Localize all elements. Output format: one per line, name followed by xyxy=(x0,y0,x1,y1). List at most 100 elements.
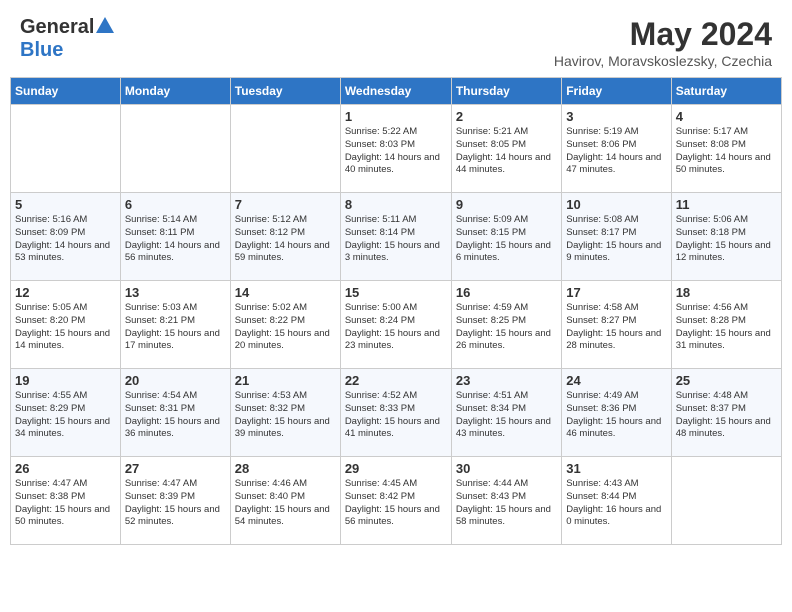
day-info: Sunrise: 5:12 AM Sunset: 8:12 PM Dayligh… xyxy=(235,214,336,265)
day-number: 31 xyxy=(566,461,666,476)
day-info: Sunrise: 4:59 AM Sunset: 8:25 PM Dayligh… xyxy=(456,302,557,353)
day-info: Sunrise: 5:09 AM Sunset: 8:15 PM Dayligh… xyxy=(456,214,557,265)
day-info: Sunrise: 5:02 AM Sunset: 8:22 PM Dayligh… xyxy=(235,302,336,353)
day-number: 16 xyxy=(456,285,557,300)
day-of-week-header: Monday xyxy=(120,78,230,105)
calendar-day-cell: 15 Sunrise: 5:00 AM Sunset: 8:24 PM Dayli… xyxy=(340,281,451,369)
calendar-week-row: 19 Sunrise: 4:55 AM Sunset: 8:29 PM Dayli… xyxy=(11,369,782,457)
day-number: 22 xyxy=(345,373,447,388)
calendar-day-cell: 22 Sunrise: 4:52 AM Sunset: 8:33 PM Dayli… xyxy=(340,369,451,457)
day-info: Sunrise: 4:47 AM Sunset: 8:39 PM Dayligh… xyxy=(125,478,226,529)
calendar-day-cell: 16 Sunrise: 4:59 AM Sunset: 8:25 PM Dayli… xyxy=(451,281,561,369)
calendar-day-cell: 2Sunrise: 5:21 AM Sunset: 8:05 PM Daylig… xyxy=(451,105,561,193)
day-of-week-header: Wednesday xyxy=(340,78,451,105)
calendar-day-cell: 30 Sunrise: 4:44 AM Sunset: 8:43 PM Dayli… xyxy=(451,457,561,545)
calendar-day-cell: 18Sunrise: 4:56 AM Sunset: 8:28 PM Dayli… xyxy=(671,281,781,369)
calendar-week-row: 12 Sunrise: 5:05 AM Sunset: 8:20 PM Dayli… xyxy=(11,281,782,369)
calendar-day-cell xyxy=(11,105,121,193)
day-info: Sunrise: 4:47 AM Sunset: 8:38 PM Dayligh… xyxy=(15,478,116,529)
day-of-week-header: Saturday xyxy=(671,78,781,105)
calendar-day-cell: 1 Sunrise: 5:22 AM Sunset: 8:03 PM Daylig… xyxy=(340,105,451,193)
day-info: Sunrise: 4:55 AM Sunset: 8:29 PM Dayligh… xyxy=(15,390,116,441)
calendar-day-cell: 8 Sunrise: 5:11 AM Sunset: 8:14 PM Daylig… xyxy=(340,193,451,281)
day-number: 4 xyxy=(676,109,777,124)
calendar-day-cell: 14 Sunrise: 5:02 AM Sunset: 8:22 PM Dayli… xyxy=(230,281,340,369)
page-header: General Blue May 2024 Havirov, Moravskos… xyxy=(0,0,792,77)
day-info: Sunrise: 4:45 AM Sunset: 8:42 PM Dayligh… xyxy=(345,478,447,529)
day-info: Sunrise: 5:08 AM Sunset: 8:17 PM Dayligh… xyxy=(566,214,666,265)
calendar-day-cell: 19 Sunrise: 4:55 AM Sunset: 8:29 PM Dayli… xyxy=(11,369,121,457)
calendar-day-cell: 9 Sunrise: 5:09 AM Sunset: 8:15 PM Daylig… xyxy=(451,193,561,281)
day-number: 14 xyxy=(235,285,336,300)
calendar-day-cell: 28 Sunrise: 4:46 AM Sunset: 8:40 PM Dayli… xyxy=(230,457,340,545)
day-number: 2 xyxy=(456,109,557,124)
day-info: Sunrise: 5:06 AM Sunset: 8:18 PM Dayligh… xyxy=(676,214,777,265)
day-info: Sunrise: 4:43 AM Sunset: 8:44 PM Dayligh… xyxy=(566,478,666,529)
day-info: Sunrise: 5:22 AM Sunset: 8:03 PM Dayligh… xyxy=(345,126,447,177)
day-number: 1 xyxy=(345,109,447,124)
day-info: Sunrise: 5:19 AM Sunset: 8:06 PM Dayligh… xyxy=(566,126,666,177)
day-info: Sunrise: 4:46 AM Sunset: 8:40 PM Dayligh… xyxy=(235,478,336,529)
day-of-week-header: Sunday xyxy=(11,78,121,105)
logo-blue: Blue xyxy=(20,39,63,61)
day-info: Sunrise: 5:11 AM Sunset: 8:14 PM Dayligh… xyxy=(345,214,447,265)
day-number: 7 xyxy=(235,197,336,212)
day-number: 25 xyxy=(676,373,777,388)
title-block: May 2024 Havirov, Moravskoslezsky, Czech… xyxy=(554,16,772,69)
calendar-day-cell: 17Sunrise: 4:58 AM Sunset: 8:27 PM Dayli… xyxy=(562,281,671,369)
calendar-day-cell: 25 Sunrise: 4:48 AM Sunset: 8:37 PM Dayli… xyxy=(671,369,781,457)
day-number: 11 xyxy=(676,197,777,212)
calendar-day-cell: 11 Sunrise: 5:06 AM Sunset: 8:18 PM Dayli… xyxy=(671,193,781,281)
day-number: 12 xyxy=(15,285,116,300)
calendar-day-cell: 20 Sunrise: 4:54 AM Sunset: 8:31 PM Dayli… xyxy=(120,369,230,457)
day-number: 5 xyxy=(15,197,116,212)
day-number: 28 xyxy=(235,461,336,476)
day-number: 13 xyxy=(125,285,226,300)
calendar-day-cell: 10 Sunrise: 5:08 AM Sunset: 8:17 PM Dayli… xyxy=(562,193,671,281)
calendar-day-cell xyxy=(230,105,340,193)
calendar-day-cell: 4 Sunrise: 5:17 AM Sunset: 8:08 PM Daylig… xyxy=(671,105,781,193)
calendar-table: SundayMondayTuesdayWednesdayThursdayFrid… xyxy=(10,77,782,545)
day-number: 30 xyxy=(456,461,557,476)
day-number: 8 xyxy=(345,197,447,212)
day-number: 21 xyxy=(235,373,336,388)
day-info: Sunrise: 5:03 AM Sunset: 8:21 PM Dayligh… xyxy=(125,302,226,353)
day-number: 24 xyxy=(566,373,666,388)
calendar-day-cell: 12 Sunrise: 5:05 AM Sunset: 8:20 PM Dayli… xyxy=(11,281,121,369)
day-number: 3 xyxy=(566,109,666,124)
calendar-week-row: 1 Sunrise: 5:22 AM Sunset: 8:03 PM Daylig… xyxy=(11,105,782,193)
day-number: 17 xyxy=(566,285,666,300)
calendar-wrapper: SundayMondayTuesdayWednesdayThursdayFrid… xyxy=(0,77,792,555)
day-info: Sunrise: 4:48 AM Sunset: 8:37 PM Dayligh… xyxy=(676,390,777,441)
day-info: Sunrise: 4:54 AM Sunset: 8:31 PM Dayligh… xyxy=(125,390,226,441)
calendar-day-cell: 23Sunrise: 4:51 AM Sunset: 8:34 PM Dayli… xyxy=(451,369,561,457)
calendar-day-cell: 3 Sunrise: 5:19 AM Sunset: 8:06 PM Daylig… xyxy=(562,105,671,193)
day-number: 10 xyxy=(566,197,666,212)
logo: General Blue xyxy=(20,16,114,62)
calendar-week-row: 26Sunrise: 4:47 AM Sunset: 8:38 PM Dayli… xyxy=(11,457,782,545)
calendar-day-cell: 6 Sunrise: 5:14 AM Sunset: 8:11 PM Daylig… xyxy=(120,193,230,281)
day-number: 6 xyxy=(125,197,226,212)
calendar-day-cell: 21 Sunrise: 4:53 AM Sunset: 8:32 PM Dayli… xyxy=(230,369,340,457)
day-info: Sunrise: 4:49 AM Sunset: 8:36 PM Dayligh… xyxy=(566,390,666,441)
day-number: 27 xyxy=(125,461,226,476)
day-info: Sunrise: 5:17 AM Sunset: 8:08 PM Dayligh… xyxy=(676,126,777,177)
day-info: Sunrise: 4:44 AM Sunset: 8:43 PM Dayligh… xyxy=(456,478,557,529)
day-number: 20 xyxy=(125,373,226,388)
day-info: Sunrise: 5:05 AM Sunset: 8:20 PM Dayligh… xyxy=(15,302,116,353)
day-number: 9 xyxy=(456,197,557,212)
day-info: Sunrise: 4:53 AM Sunset: 8:32 PM Dayligh… xyxy=(235,390,336,441)
day-info: Sunrise: 5:00 AM Sunset: 8:24 PM Dayligh… xyxy=(345,302,447,353)
calendar-day-cell xyxy=(671,457,781,545)
day-number: 19 xyxy=(15,373,116,388)
day-info: Sunrise: 5:14 AM Sunset: 8:11 PM Dayligh… xyxy=(125,214,226,265)
day-info: Sunrise: 4:52 AM Sunset: 8:33 PM Dayligh… xyxy=(345,390,447,441)
day-info: Sunrise: 5:16 AM Sunset: 8:09 PM Dayligh… xyxy=(15,214,116,265)
logo-triangle-icon xyxy=(96,17,114,38)
day-number: 15 xyxy=(345,285,447,300)
month-year: May 2024 xyxy=(554,16,772,53)
day-of-week-header: Friday xyxy=(562,78,671,105)
calendar-day-cell: 7 Sunrise: 5:12 AM Sunset: 8:12 PM Daylig… xyxy=(230,193,340,281)
calendar-header-row: SundayMondayTuesdayWednesdayThursdayFrid… xyxy=(11,78,782,105)
day-number: 18 xyxy=(676,285,777,300)
